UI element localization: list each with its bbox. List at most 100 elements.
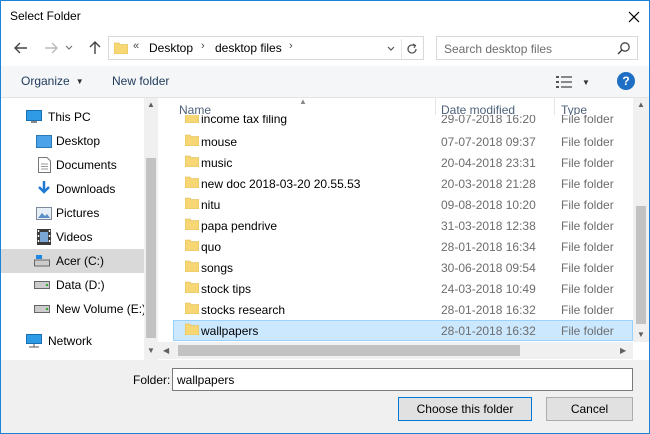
folder-icon xyxy=(185,155,199,167)
list-item[interactable]: new doc 2018-03-20 20.55.53 20-03-2018 2… xyxy=(173,173,633,194)
list-item[interactable]: stocks research 28-01-2018 16:32 File fo… xyxy=(173,299,633,320)
breadcrumb-desktop-files[interactable]: desktop files xyxy=(215,41,282,55)
downloads-icon xyxy=(36,181,52,197)
nav-item-label: Documents xyxy=(56,158,117,172)
breadcrumb-separator: › xyxy=(201,40,205,52)
chevron-down-icon xyxy=(387,46,395,51)
folder-icon xyxy=(185,197,199,209)
list-item[interactable]: quo 28-01-2018 16:34 File folder xyxy=(173,236,633,257)
item-name: stocks research xyxy=(201,303,286,317)
title-bar: Select Folder xyxy=(1,1,649,32)
scrollbar-thumb[interactable] xyxy=(146,158,156,338)
pc-icon xyxy=(26,109,42,125)
item-name: stock tips xyxy=(201,282,252,296)
nav-item-network[interactable]: Network xyxy=(1,329,144,353)
nav-item-desktop[interactable]: Desktop xyxy=(1,129,144,153)
list-item[interactable]: papa pendrive 31-03-2018 12:38 File fold… xyxy=(173,215,633,236)
folder-icon xyxy=(185,323,199,335)
folder-name-input[interactable] xyxy=(172,368,633,391)
scroll-up-arrow-icon[interactable]: ▲ xyxy=(147,100,155,109)
window-title: Select Folder xyxy=(10,9,81,23)
item-type: File folder xyxy=(561,240,614,254)
item-type: File folder xyxy=(561,324,614,338)
nav-item-new-volume-e[interactable]: New Volume (E:) xyxy=(1,297,144,321)
item-type: File folder xyxy=(561,115,614,126)
network-icon xyxy=(26,333,42,349)
item-date: 20-03-2018 21:28 xyxy=(441,177,536,191)
back-button[interactable] xyxy=(11,38,31,58)
list-item[interactable]: mouse 07-07-2018 09:37 File folder xyxy=(173,131,633,152)
item-date: 24-03-2018 10:49 xyxy=(441,282,536,296)
item-type: File folder xyxy=(561,282,614,296)
list-item[interactable]: nitu 09-08-2018 10:20 File folder xyxy=(173,194,633,215)
item-name: songs xyxy=(201,261,234,275)
nav-item-pictures[interactable]: Pictures xyxy=(1,201,144,225)
scroll-down-arrow-icon[interactable]: ▼ xyxy=(147,346,155,355)
item-date: 28-01-2018 16:32 xyxy=(441,324,536,338)
item-type: File folder xyxy=(561,177,614,191)
drive-icon xyxy=(34,301,50,317)
item-date: 20-04-2018 23:31 xyxy=(441,156,536,170)
nav-item-this-pc[interactable]: This PC xyxy=(1,105,144,129)
arrow-left-icon xyxy=(14,42,27,54)
scroll-left-arrow-icon[interactable]: ◀ xyxy=(163,346,169,355)
item-name: new doc 2018-03-20 20.55.53 xyxy=(201,177,361,191)
folder-icon xyxy=(185,218,199,230)
up-button[interactable] xyxy=(85,38,105,58)
nav-item-data-d[interactable]: Data (D:) xyxy=(1,273,144,297)
close-icon xyxy=(628,11,640,22)
change-view-button[interactable]: ▼ xyxy=(556,73,592,91)
nav-item-label: Videos xyxy=(56,230,93,244)
item-date: 28-01-2018 16:32 xyxy=(441,303,536,317)
search-input[interactable] xyxy=(444,41,614,57)
nav-item-acer-c[interactable]: Acer (C:) xyxy=(1,249,144,273)
organize-button[interactable]: Organize ▼ xyxy=(21,74,84,88)
details-view-icon xyxy=(556,76,572,88)
arrow-up-icon xyxy=(89,41,101,54)
list-vertical-scrollbar[interactable]: ▲ ▼ xyxy=(633,98,649,342)
folder-icon xyxy=(185,302,199,314)
list-item[interactable]: stock tips 24-03-2018 10:49 File folder xyxy=(173,278,633,299)
scrollbar-thumb[interactable] xyxy=(636,206,646,324)
cancel-button[interactable]: Cancel xyxy=(546,397,633,421)
list-horizontal-scrollbar[interactable]: ◀ ▶ xyxy=(158,342,633,359)
folder-icon xyxy=(185,134,199,146)
scroll-right-arrow-icon[interactable]: ▶ xyxy=(620,346,626,355)
nav-item-label: Acer (C:) xyxy=(56,254,104,268)
search-box[interactable] xyxy=(436,36,638,60)
nav-item-downloads[interactable]: Downloads xyxy=(1,177,144,201)
nav-item-videos[interactable]: Videos xyxy=(1,225,144,249)
address-dropdown-button[interactable] xyxy=(383,39,399,59)
item-date: 30-06-2018 09:54 xyxy=(441,261,536,275)
item-type: File folder xyxy=(561,303,614,317)
item-date: 28-01-2018 16:34 xyxy=(441,240,536,254)
breadcrumb-overflow[interactable]: « xyxy=(133,40,139,52)
scroll-up-arrow-icon[interactable]: ▲ xyxy=(637,100,645,109)
list-item[interactable]: income tax filing 29-07-2018 16:20 File … xyxy=(173,115,633,129)
forward-button[interactable] xyxy=(41,38,61,58)
item-date: 29-07-2018 16:20 xyxy=(441,115,536,126)
list-item[interactable]: music 20-04-2018 23:31 File folder xyxy=(173,152,633,173)
item-type: File folder xyxy=(561,261,614,275)
scrollbar-thumb[interactable] xyxy=(178,345,520,356)
close-button[interactable] xyxy=(619,1,649,32)
command-bar: Organize ▼ New folder ▼ ? xyxy=(1,66,649,98)
address-bar[interactable]: « Desktop › desktop files › xyxy=(108,36,424,60)
refresh-button[interactable] xyxy=(401,39,421,59)
choose-folder-button[interactable]: Choose this folder xyxy=(398,397,532,421)
list-item-selected[interactable]: wallpapers 28-01-2018 16:32 File folder xyxy=(173,320,633,341)
nav-item-label: Downloads xyxy=(56,182,116,196)
item-type: File folder xyxy=(561,198,614,212)
list-item[interactable]: songs 30-06-2018 09:54 File folder xyxy=(173,257,633,278)
help-button[interactable]: ? xyxy=(617,72,635,90)
chevron-down-icon xyxy=(65,45,73,50)
scroll-down-arrow-icon[interactable]: ▼ xyxy=(637,330,645,339)
navigation-scrollbar[interactable]: ▲ ▼ xyxy=(144,98,158,360)
breadcrumb-desktop[interactable]: Desktop xyxy=(149,41,193,55)
nav-item-documents[interactable]: Documents xyxy=(1,153,144,177)
navigation-pane: This PC Desktop Documents Downloads Pict… xyxy=(1,98,144,360)
recent-locations-button[interactable] xyxy=(63,38,75,58)
item-name: papa pendrive xyxy=(201,219,278,233)
folder-list: income tax filing 29-07-2018 16:20 File … xyxy=(158,115,633,342)
new-folder-button[interactable]: New folder xyxy=(112,74,169,88)
